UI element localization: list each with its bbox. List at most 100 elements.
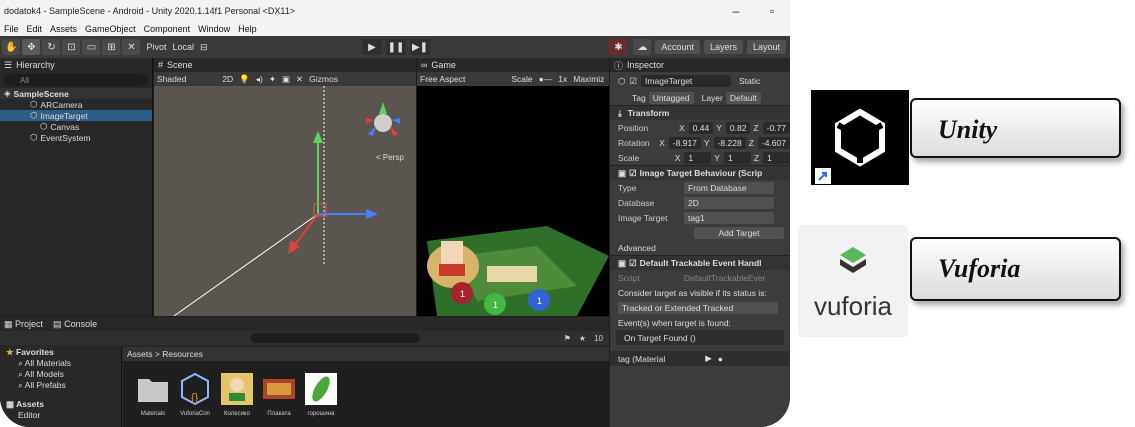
svg-text:{}: {}: [191, 392, 199, 404]
star-icon[interactable]: ★: [579, 334, 586, 343]
pivot-toggle[interactable]: Pivot: [146, 42, 166, 52]
hierarchy-item-canvas[interactable]: ⬡ Canvas: [0, 121, 152, 132]
maximize-button[interactable]: ▫: [754, 4, 790, 18]
layers-dropdown[interactable]: Layers: [703, 40, 743, 54]
image-target-behaviour-header[interactable]: ▣ ☑ Image Target Behaviour (Scrip: [610, 165, 790, 180]
maximize-on-play[interactable]: Maximiz: [573, 74, 604, 84]
light-icon[interactable]: 💡: [239, 74, 250, 85]
rotation-x[interactable]: -8.917: [668, 136, 701, 149]
2d-toggle[interactable]: 2D: [222, 74, 233, 84]
gizmos-dropdown[interactable]: Gizmos: [309, 74, 338, 84]
status-dropdown[interactable]: Tracked or Extended Tracked: [618, 301, 778, 314]
hierarchy-item-imagetarget[interactable]: ⬡ ImageTarget: [0, 110, 152, 121]
local-toggle[interactable]: Local: [172, 42, 194, 52]
hierarchy-item-arcamera[interactable]: ⬡ ARCamera: [0, 99, 152, 110]
hierarchy-tab[interactable]: ☰ Hierarchy: [0, 58, 152, 72]
rotation-y[interactable]: -8.228: [713, 136, 746, 149]
scale-z[interactable]: 1: [763, 151, 790, 164]
move-tool-icon[interactable]: ✥: [22, 39, 41, 55]
assets-node[interactable]: ▦ Assets: [0, 399, 121, 410]
project-search-input[interactable]: [250, 333, 420, 343]
scale-x[interactable]: 1: [684, 151, 712, 164]
audio-icon[interactable]: ◂): [256, 74, 263, 85]
hierarchy-scene-row[interactable]: ◈ SampleScene: [0, 88, 152, 99]
minimize-button[interactable]: –: [718, 4, 754, 18]
position-x[interactable]: 0.44: [688, 121, 714, 134]
hierarchy-item-eventsystem[interactable]: ⬡ EventSystem: [0, 132, 152, 143]
favorites-node[interactable]: ★ Favorites: [0, 347, 121, 358]
scene-tab[interactable]: # Scene: [154, 58, 416, 72]
tab-project[interactable]: ▦ Project: [4, 319, 43, 330]
type-dropdown[interactable]: From Database: [684, 181, 774, 194]
tag-dropdown[interactable]: Untagged: [648, 91, 694, 104]
collab-icon[interactable]: ✱: [609, 39, 628, 55]
game-view[interactable]: ∞ Game Free Aspect Scale ●— 1x Maximiz 1…: [417, 58, 609, 316]
vuforia-title: Vuforia: [938, 254, 1021, 283]
account-dropdown[interactable]: Account: [655, 40, 700, 54]
position-z[interactable]: -0.77: [762, 121, 790, 134]
layout-dropdown[interactable]: Layout: [746, 40, 786, 54]
tab-console[interactable]: ▤ Console: [53, 319, 97, 330]
asset-plakata[interactable]: Плаката: [259, 371, 299, 417]
menu-assets[interactable]: Assets: [50, 24, 77, 34]
layer-dropdown[interactable]: Default: [725, 91, 761, 104]
cloud-icon[interactable]: ☁: [633, 39, 652, 55]
asset-kolesyko[interactable]: Колесико: [217, 371, 257, 417]
scale-slider[interactable]: ●—: [539, 74, 553, 84]
scene-view[interactable]: # Scene Shaded 2D 💡 ◂) ✦ ▣ ✕ Gizmos < Pe…: [154, 58, 416, 316]
database-label: Database: [618, 197, 655, 208]
menu-gameobject[interactable]: GameObject: [85, 24, 136, 34]
step-button[interactable]: ▶❚: [410, 39, 430, 55]
rect-tool-icon[interactable]: ▭: [82, 39, 101, 55]
breadcrumb[interactable]: Assets > Resources: [123, 347, 609, 361]
menu-help[interactable]: Help: [238, 24, 257, 34]
advanced-foldout[interactable]: Advanced: [610, 240, 790, 255]
filter-icon[interactable]: ⚑: [564, 334, 571, 343]
material-play-icon[interactable]: ▶: [705, 353, 712, 364]
database-dropdown[interactable]: 2D: [684, 196, 774, 209]
game-tab[interactable]: ∞ Game: [417, 58, 609, 72]
effects-icon[interactable]: ✦: [269, 74, 276, 85]
hierarchy-search-input[interactable]: All: [4, 74, 148, 86]
fav-all-materials[interactable]: ⌕ All Materials: [0, 358, 121, 369]
asset-materials[interactable]: Materials: [133, 371, 173, 417]
position-y[interactable]: 0.82: [725, 121, 751, 134]
active-checkbox[interactable]: ☑: [629, 76, 637, 87]
menu-component[interactable]: Component: [144, 24, 191, 34]
component-enabled-checkbox[interactable]: ☑: [629, 168, 637, 179]
static-toggle[interactable]: Static: [739, 76, 760, 86]
rotation-z[interactable]: -4.607: [757, 136, 790, 149]
pause-button[interactable]: ❚❚: [386, 39, 406, 55]
asset-horoshyna[interactable]: горошина: [301, 371, 341, 417]
material-sphere-icon[interactable]: ●: [718, 354, 723, 364]
fav-all-prefabs[interactable]: ⌕ All Prefabs: [0, 380, 121, 391]
inspector-tab[interactable]: ⓘ Inspector: [610, 58, 790, 72]
hand-tool-icon[interactable]: ✋: [2, 39, 21, 55]
object-name-field[interactable]: ImageTarget: [641, 75, 732, 87]
scale-tool-icon[interactable]: ⊡: [62, 39, 81, 55]
add-target-button[interactable]: Add Target: [694, 226, 784, 239]
fav-all-models[interactable]: ⌕ All Models: [0, 369, 121, 380]
asset-vuforiacon[interactable]: {} VuforiaCon: [175, 371, 215, 417]
dte-header[interactable]: ▣ ☑ Default Trackable Event Handl: [610, 255, 790, 270]
image-target-dropdown[interactable]: tag1: [684, 211, 774, 224]
play-button[interactable]: ▶: [362, 39, 382, 55]
on-target-found-event[interactable]: On Target Found (): [616, 330, 784, 345]
component-enabled-checkbox[interactable]: ☑: [629, 258, 637, 269]
transform-tool-icon[interactable]: ⊞: [102, 39, 121, 55]
menu-edit[interactable]: Edit: [27, 24, 43, 34]
custom-tool-icon[interactable]: ✕: [122, 39, 141, 55]
tools-icon[interactable]: ✕: [296, 74, 303, 85]
editor-node[interactable]: Editor: [0, 410, 121, 421]
shading-dropdown[interactable]: Shaded: [157, 74, 186, 84]
rotate-tool-icon[interactable]: ↻: [42, 39, 61, 55]
transform-header[interactable]: ⤓ Transform: [610, 105, 790, 120]
scale-y[interactable]: 1: [723, 151, 751, 164]
menu-file[interactable]: File: [4, 24, 19, 34]
grid-snap-icon[interactable]: ⊟: [200, 42, 208, 53]
aspect-dropdown[interactable]: Free Aspect: [420, 74, 465, 84]
camera-icon[interactable]: ▣: [282, 74, 290, 85]
menu-window[interactable]: Window: [198, 24, 230, 34]
vuforia-config-icon: {}: [181, 372, 209, 406]
unity-scene-icon: ◈: [4, 88, 11, 98]
